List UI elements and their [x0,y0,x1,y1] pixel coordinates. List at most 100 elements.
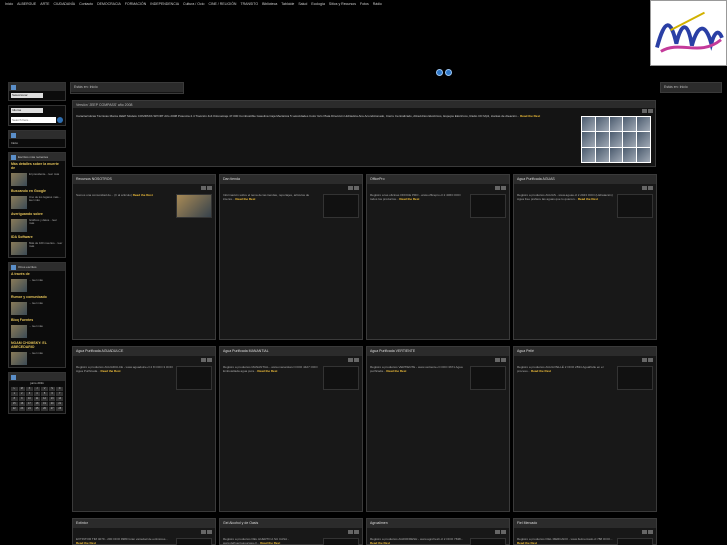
prev-icon[interactable] [642,530,647,534]
calendar-day[interactable]: 19 [41,402,48,406]
nav-item[interactable]: Biblioteca [262,2,277,6]
card-title[interactable]: Recursos NOSOTROS [73,175,215,184]
calendar-day[interactable]: 8 [11,397,18,401]
facebook-icon[interactable] [445,69,452,76]
card-image[interactable] [176,538,212,545]
nav-item[interactable]: Cultura / Ocio [183,2,204,6]
calendar-day[interactable]: 17 [26,402,33,406]
prev-icon[interactable] [495,186,500,190]
card-title[interactable]: Agua Purificada AGUAS [514,175,656,184]
calendar-day[interactable]: 4 [33,392,41,396]
nav-item[interactable]: FORMACIÓN [125,2,146,6]
calendar-day[interactable]: 3 [26,392,33,396]
card-read-more[interactable]: Read the Rest [578,197,598,201]
calendar-day[interactable]: 11 [33,397,41,401]
prev-icon[interactable] [201,530,206,534]
card-image[interactable] [470,194,506,218]
nav-item[interactable]: Rádio [373,2,382,6]
next-icon[interactable] [207,358,212,362]
post-thumbnail[interactable] [11,219,27,232]
prev-icon[interactable] [348,358,353,362]
calendar-day[interactable]: 1 [11,392,18,396]
card-image[interactable] [617,366,653,390]
calendar-day[interactable]: 22 [11,407,18,411]
nav-item[interactable]: Contacto [79,2,93,6]
sidebar-post-title[interactable]: Más detalles sobre la muerte de [9,161,65,171]
filter-select[interactable]: Idioma [11,108,43,113]
prev-icon[interactable] [201,186,206,190]
calendar-day[interactable]: 15 [11,402,18,406]
home-label[interactable]: Inicio [9,139,65,147]
next-icon[interactable] [207,186,212,190]
calendar-day[interactable]: 21 [56,402,63,406]
calendar-day[interactable]: 26 [41,407,48,411]
post-thumbnail[interactable] [11,325,27,338]
next-icon[interactable] [354,358,359,362]
card-read-more[interactable]: Read the Rest [235,197,255,201]
twitter-icon[interactable] [436,69,443,76]
card-read-more[interactable]: Read the Rest [531,369,551,373]
nav-item[interactable]: Fotos [360,2,369,6]
calendar-day[interactable]: 12 [41,397,48,401]
next-icon[interactable] [354,530,359,534]
next-icon[interactable] [207,530,212,534]
card-image[interactable] [470,538,506,545]
card-read-more[interactable]: Read the Rest [399,197,419,201]
card-image[interactable] [617,538,653,545]
language-select[interactable]: Seleccionar [11,93,43,98]
card-image[interactable] [323,194,359,218]
post-thumbnail[interactable] [11,302,27,315]
post-thumbnail[interactable] [11,173,27,186]
calendar-day[interactable]: 6 [48,392,56,396]
prev-icon[interactable] [495,358,500,362]
prev-icon[interactable] [348,186,353,190]
calendar-day[interactable]: 23 [18,407,26,411]
card-title[interactable]: OfficePro [367,175,509,184]
card-read-more[interactable]: Read the Rest [76,541,96,545]
card-image[interactable] [176,366,212,390]
post-thumbnail[interactable] [11,352,27,365]
card-title[interactable]: Agroalimen [367,519,509,528]
calendar-day[interactable]: 7 [56,392,63,396]
next-icon[interactable] [648,530,653,534]
nav-item[interactable]: ALBERGUE [17,2,36,6]
calendar-day[interactable]: 27 [48,407,56,411]
card-title[interactable]: Agua Purificada AGUADULCE [73,347,215,356]
feature-title[interactable]: Versión 'JEEP COMPASS' año 2008 [73,101,655,108]
card-image[interactable] [617,194,653,218]
card-image[interactable] [176,194,212,218]
next-icon[interactable] [648,358,653,362]
card-title[interactable]: Dan tienda [220,175,362,184]
nav-item[interactable]: ARTE [40,2,49,6]
calendar-day[interactable]: 2 [18,392,26,396]
calendar-day[interactable]: 20 [48,402,56,406]
card-image[interactable] [470,366,506,390]
card-image[interactable] [323,366,359,390]
next-icon[interactable] [648,186,653,190]
calendar-day[interactable]: 28 [56,407,63,411]
card-title[interactable]: Fiel Mercado [514,519,656,528]
site-logo[interactable] [650,0,727,66]
prev-icon[interactable] [348,530,353,534]
post-thumbnail[interactable] [11,279,27,292]
card-read-more[interactable]: Read the Rest [370,541,390,545]
calendar-day[interactable]: 18 [33,402,41,406]
nav-item[interactable]: Sitios y Recursos [329,2,356,6]
next-icon[interactable] [648,109,653,113]
sidebar-post-title[interactable]: NOAM CHOMSKY: EL ABECEDARIO [9,340,65,350]
calendar-day[interactable]: 16 [18,402,26,406]
card-read-more[interactable]: Read the Rest [257,369,277,373]
search-input[interactable]: Search here... [11,117,56,123]
card-title[interactable]: Agua Purificada VERTIENTE [367,347,509,356]
calendar-day[interactable]: 10 [26,397,33,401]
nav-item[interactable]: DEMOCRACIA [97,2,121,6]
calendar-day[interactable]: 25 [33,407,41,411]
calendar-day[interactable]: 14 [56,397,63,401]
card-title[interactable]: Extintor [73,519,215,528]
nav-item[interactable]: Salud [298,2,307,6]
next-icon[interactable] [501,186,506,190]
card-read-more[interactable]: Read the Rest [133,193,153,197]
nav-item[interactable]: Inicio [5,2,13,6]
prev-icon[interactable] [642,109,647,113]
card-title[interactable]: Agua Purificada MANANTIAL [220,347,362,356]
